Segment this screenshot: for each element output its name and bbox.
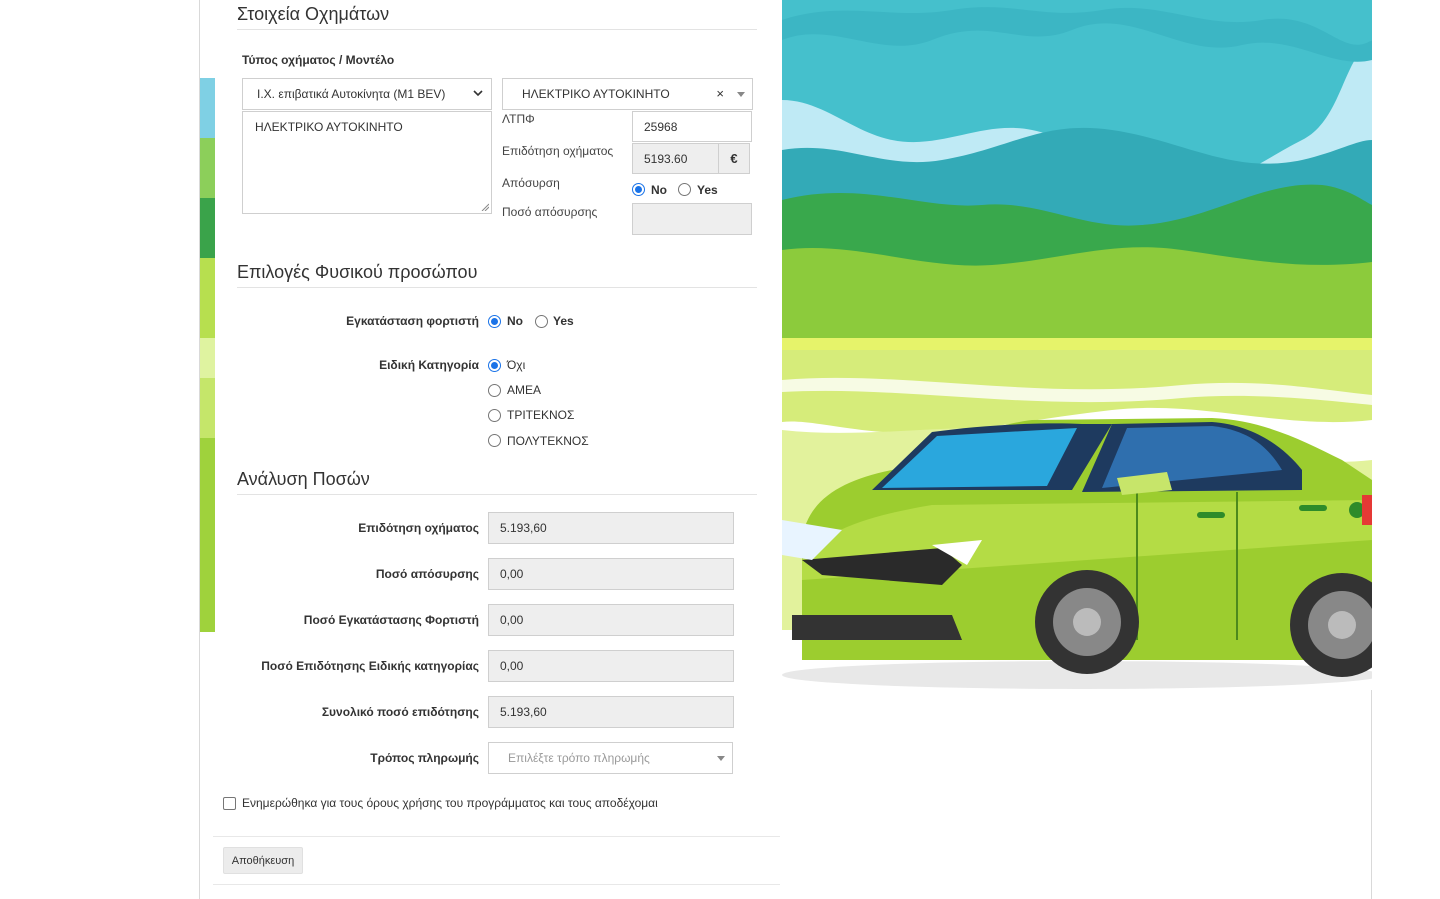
- person-section-title: Επιλογές Φυσικού προσώπου: [237, 262, 757, 288]
- special-option-triteknos-label: ΤΡΙΤΕΚΝΟΣ: [507, 408, 575, 422]
- amount-row-label: Ποσό Επιδότησης Ειδικής κατηγορίας: [261, 659, 479, 673]
- amount-withdrawal-field: 0,00: [488, 558, 734, 590]
- resize-grip-icon[interactable]: [481, 203, 489, 211]
- amount-vehicle-subsidy-field: 5.193,60: [488, 512, 734, 544]
- payment-method-select[interactable]: Επιλέξτε τρόπο πληρωμής: [488, 742, 733, 774]
- amount-charger-field: 0,00: [488, 604, 734, 636]
- ltpf-input[interactable]: 25968: [632, 111, 752, 142]
- payment-method-label: Τρόπος πληρωμής: [370, 751, 479, 765]
- special-option-none-radio[interactable]: [488, 359, 501, 372]
- withdrawal-no-radio[interactable]: [632, 183, 645, 196]
- vehicle-description-textarea[interactable]: ΗΛΕΚΤΡΙΚΟ ΑΥΤΟΚΙΝΗΤΟ: [242, 111, 492, 214]
- charger-no-label: No: [507, 314, 523, 328]
- charger-installation-label: Εγκατάσταση φορτιστή: [346, 314, 479, 328]
- special-option-polyteknos-radio[interactable]: [488, 434, 501, 447]
- vehicle-model-value: ΗΛΕΚΤΡΙΚΟ ΑΥΤΟΚΙΝΗΤΟ: [522, 87, 670, 101]
- vehicle-subsidy-input: 5193.60: [632, 143, 719, 174]
- terms-label[interactable]: Ενημερώθηκα για τους όρους χρήσης του πρ…: [242, 796, 658, 810]
- payment-method-placeholder: Επιλέξτε τρόπο πληρωμής: [508, 751, 650, 765]
- vehicle-subsidy-label: Επιδότηση οχήματος: [502, 144, 614, 158]
- save-button[interactable]: Αποθήκευση: [223, 847, 303, 874]
- electric-car-illustration: [782, 0, 1372, 690]
- ltpf-label: ΛΤΠΦ: [502, 112, 535, 126]
- special-option-triteknos-radio[interactable]: [488, 409, 501, 422]
- vehicle-type-label: Τύπος οχήματος / Μοντέλο: [242, 53, 395, 67]
- special-option-amea-radio[interactable]: [488, 384, 501, 397]
- divider: [213, 884, 780, 885]
- euro-currency-addon: €: [718, 143, 750, 174]
- terms-checkbox[interactable]: [223, 797, 236, 810]
- amount-row-label: Συνολικό ποσό επιδότησης: [321, 705, 479, 719]
- vehicle-category-value: Ι.Χ. επιβατικά Αυτοκίνητα (M1 BEV): [257, 87, 446, 101]
- charger-yes-radio[interactable]: [535, 315, 548, 328]
- dropdown-arrow-icon: [737, 92, 745, 97]
- page-container: Στοιχεία Οχημάτων Τύπος οχήματος / Μοντέ…: [199, 0, 1372, 899]
- special-category-label: Ειδική Κατηγορία: [379, 358, 479, 372]
- special-option-polyteknos-label: ΠΟΛΥΤΕΚΝΟΣ: [507, 434, 589, 448]
- amount-row-label: Επιδότηση οχήματος: [358, 521, 479, 535]
- chevron-down-icon: [473, 90, 483, 97]
- amount-row-label: Ποσό Εγκατάστασης Φορτιστή: [303, 613, 479, 627]
- withdrawal-yes-radio[interactable]: [678, 183, 691, 196]
- withdrawal-amount-label: Ποσό απόσυρσης: [502, 205, 598, 219]
- vehicle-model-select[interactable]: ΗΛΕΚΤΡΙΚΟ ΑΥΤΟΚΙΝΗΤΟ ×: [502, 78, 753, 110]
- withdrawal-no-label: No: [651, 183, 667, 197]
- amount-special-category-field: 0,00: [488, 650, 734, 682]
- divider: [213, 836, 780, 837]
- withdrawal-label: Απόσυρση: [502, 176, 560, 190]
- withdrawal-yes-label: Yes: [697, 183, 718, 197]
- dropdown-arrow-icon: [717, 756, 725, 761]
- charger-yes-label: Yes: [553, 314, 574, 328]
- clear-selection-icon[interactable]: ×: [716, 86, 724, 101]
- special-option-amea-label: ΑΜΕΑ: [507, 383, 542, 397]
- vehicle-description-text: ΗΛΕΚΤΡΙΚΟ ΑΥΤΟΚΙΝΗΤΟ: [255, 120, 403, 134]
- vehicle-section-title: Στοιχεία Οχημάτων: [237, 4, 757, 30]
- charger-no-radio[interactable]: [488, 315, 501, 328]
- vehicle-category-select[interactable]: Ι.Χ. επιβατικά Αυτοκίνητα (M1 BEV): [242, 78, 492, 110]
- withdrawal-amount-input: [632, 203, 752, 235]
- amount-row-label: Ποσό απόσυρσης: [375, 567, 479, 581]
- special-option-none-label: Όχι: [507, 358, 526, 372]
- amounts-section-title: Ανάλυση Ποσών: [237, 469, 757, 495]
- amount-total-field: 5.193,60: [488, 696, 734, 728]
